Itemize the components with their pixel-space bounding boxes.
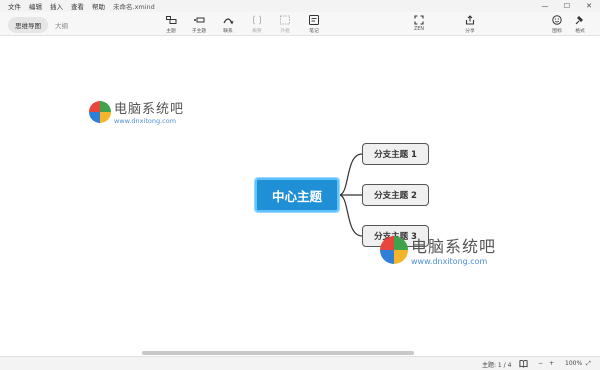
close-button[interactable]: ✕ — [578, 0, 600, 12]
share-label: 分享 — [465, 29, 475, 34]
menu-insert[interactable]: 插入 — [50, 1, 63, 11]
share-button[interactable]: 分享 — [456, 13, 484, 35]
subtopic-label: 子主题 — [191, 29, 207, 34]
menu-file[interactable]: 文件 — [8, 1, 21, 11]
central-topic[interactable]: 中心主题 — [254, 177, 340, 213]
watermark-large-logo-icon — [380, 235, 408, 264]
book-icon — [519, 359, 528, 368]
watermark-large-en: www.dnxitong.com — [411, 257, 488, 266]
summary-icon — [252, 15, 262, 25]
topic-count: 主题: 1 / 4 — [482, 362, 512, 369]
relationship-icon — [223, 18, 234, 25]
window-title: 未命名.xmind — [113, 3, 155, 11]
note-label: 笔记 — [309, 29, 319, 34]
scrollbar-thumb[interactable] — [142, 351, 414, 355]
format-label: 格式 — [575, 29, 585, 34]
status-bar: 主题: 1 / 4 − + 100% ⤢ — [0, 356, 600, 370]
watermark-large-cn: 电脑系统吧 — [411, 237, 497, 256]
zen-button[interactable]: ZEN — [405, 13, 433, 35]
subtopic-icon — [194, 17, 205, 23]
toolbar: 思维导图 大纲 主题 子主题 联系 概要 外框 笔记 ZEN 分享 图标 格式 — [0, 12, 600, 36]
branch-topic-2[interactable]: 分支主题 2 — [362, 184, 429, 206]
subtopic-button[interactable]: 子主题 — [185, 13, 213, 35]
view-tabs: 思维导图 大纲 — [8, 17, 75, 33]
note-button[interactable]: 笔记 — [300, 13, 328, 35]
watermark-large: 电脑系统吧 www.dnxitong.com — [380, 233, 496, 266]
format-button[interactable]: 格式 — [566, 13, 594, 35]
menu-help[interactable]: 帮助 — [92, 1, 105, 11]
tab-mindmap[interactable]: 思维导图 — [8, 17, 48, 33]
topic-label: 主题 — [166, 29, 176, 34]
title-bar: 文件 编辑 插入 查看 帮助 未命名.xmind — ☐ ✕ — [0, 0, 600, 12]
summary-label: 概要 — [252, 29, 262, 34]
boundary-label: 外框 — [280, 29, 290, 34]
boundary-icon — [280, 15, 290, 25]
mindmap-canvas[interactable]: 电脑系统吧 www.dnxitong.com 中心主题 分支主题 1 分支主题 … — [0, 37, 600, 356]
format-icon — [575, 16, 583, 25]
menu-bar: 文件 编辑 插入 查看 帮助 未命名.xmind — [0, 1, 163, 11]
map-view-button[interactable] — [519, 359, 528, 368]
share-icon — [465, 15, 475, 25]
topic-icon — [166, 16, 177, 24]
relationship-label: 联系 — [223, 29, 233, 34]
zen-label: ZEN — [414, 27, 424, 32]
menu-edit[interactable]: 编辑 — [29, 1, 42, 11]
tab-outline[interactable]: 大纲 — [48, 17, 75, 33]
relationship-button[interactable]: 联系 — [214, 13, 242, 35]
marker-icon — [552, 15, 562, 25]
summary-button[interactable]: 概要 — [243, 13, 271, 35]
branch-topic-1[interactable]: 分支主题 1 — [362, 143, 429, 165]
zoom-out-button[interactable]: − — [538, 360, 543, 367]
fit-view-button[interactable]: ⤢ — [586, 360, 591, 368]
minimize-button[interactable]: — — [534, 0, 556, 12]
note-icon — [309, 15, 319, 25]
menu-view[interactable]: 查看 — [71, 1, 84, 11]
zoom-level: 100% — [565, 360, 583, 367]
topic-button[interactable]: 主题 — [157, 13, 185, 35]
window-controls: — ☐ ✕ — [534, 0, 600, 12]
zoom-in-button[interactable]: + — [549, 360, 554, 367]
zen-icon — [414, 15, 424, 25]
boundary-button[interactable]: 外框 — [271, 13, 299, 35]
marker-label: 图标 — [552, 29, 562, 34]
maximize-button[interactable]: ☐ — [556, 0, 578, 12]
